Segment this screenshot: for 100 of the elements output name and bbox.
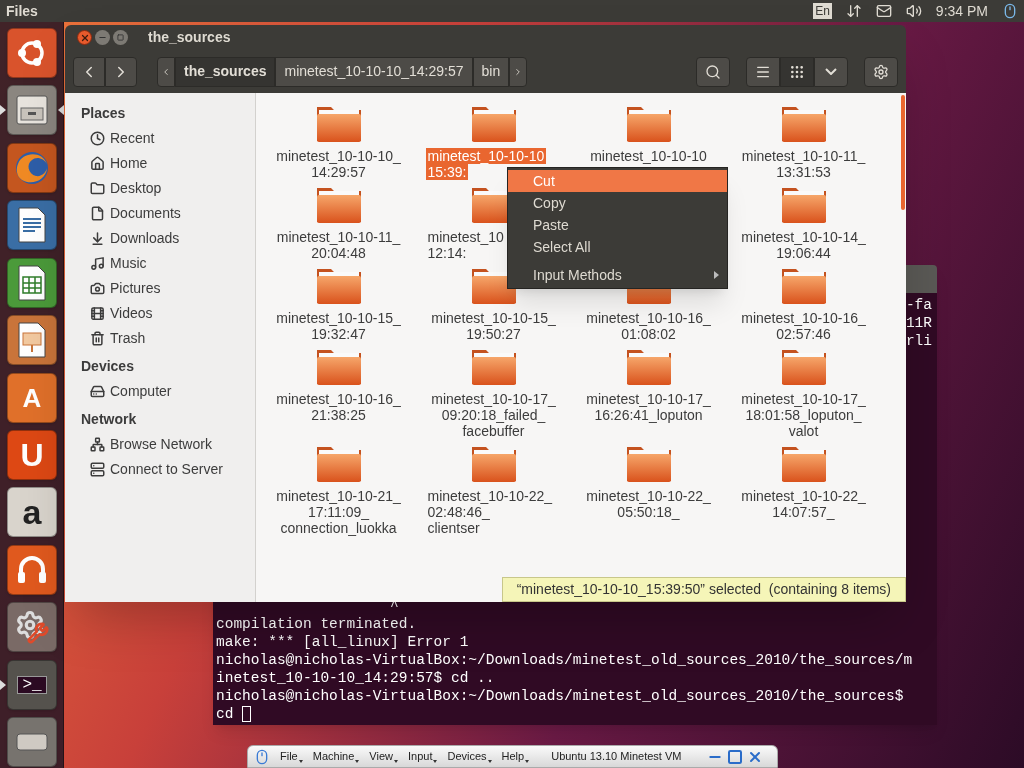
folder-name[interactable]: 20:04:48 [309,245,368,261]
breadcrumb[interactable]: the_sources [175,56,276,87]
mail-icon[interactable] [875,3,892,19]
clock[interactable]: 9:34 PM [935,0,988,22]
folder-name[interactable]: 02:48:46_ [425,504,492,520]
terminal-line: compilation terminated. [216,615,417,633]
folder-name[interactable]: minetest_10-10-22_ [425,488,555,504]
folder-name[interactable]: minetest_10-10-15_ [429,310,558,326]
minimize-button[interactable] [95,30,110,45]
sidebar-item[interactable]: Computer [81,379,255,404]
folder-name[interactable]: minetest_10-10-16_ [739,310,868,326]
folder-name[interactable]: minetest_10-10-16_ [584,310,713,326]
breadcrumb[interactable]: minetest_10-10-10_14:29:57 [275,56,473,87]
document-icon [90,206,105,221]
menu-item[interactable]: File [280,748,303,765]
folder-name[interactable]: minetest_10-10-16_ [274,391,403,407]
restore-icon[interactable] [727,748,744,765]
menu-item[interactable]: View [369,748,398,765]
folder-icon [779,445,828,483]
launcher-item[interactable] [0,84,64,136]
mouse-integration-icon[interactable] [254,748,270,765]
folder-name[interactable]: minetest_10-10-22_ [584,488,713,504]
menu-item[interactable]: Machine [312,748,360,765]
folder-name[interactable]: minetest_10-10-22_ [739,488,868,504]
sidebar-item[interactable]: Connect to Server [81,457,255,482]
grid-view-button[interactable] [780,56,814,87]
keyboard-indicator[interactable]: En [813,3,832,19]
folder-name[interactable]: minetest_10-10-15_ [274,310,403,326]
folder-name[interactable]: 13:31:53 [774,164,833,180]
breadcrumb[interactable]: bin [472,56,510,87]
sidebar-item[interactable]: Home [81,151,255,176]
sidebar-item[interactable]: Recent [81,126,255,151]
sidebar-item[interactable]: Trash [81,326,255,351]
folder-name[interactable]: 12:14: [425,245,469,261]
folder-name[interactable]: minetest_10-10-17_ [429,391,558,407]
sidebar-item[interactable]: Documents [81,201,255,226]
download-icon [90,231,105,246]
back-button[interactable] [73,56,105,87]
close-button[interactable] [77,30,92,45]
folder-name[interactable]: minetest_10 [425,229,506,245]
menu-item[interactable]: Help [501,748,530,765]
folder-name[interactable]: 09:20:18_failed_ [439,407,548,423]
menu-item[interactable]: Copy [508,192,727,214]
menu-item[interactable]: Input Methods [508,264,727,286]
folder-name[interactable]: facebuffer [460,423,527,439]
terminal-text: -fa [905,296,932,314]
network-arrows-icon[interactable] [845,3,862,19]
sidebar-item[interactable]: Browse Network [81,432,255,457]
folder-name[interactable]: minetest_10-10-10_ [274,148,403,164]
list-view-button[interactable] [746,56,780,87]
folder-name[interactable]: minetest_10-10-11_ [274,229,403,245]
folder-name[interactable]: 16:26:41_loputon [592,407,705,423]
folder-name[interactable]: 14:07:57_ [770,504,837,520]
folder-name[interactable]: minetest_10-10-14_ [739,229,868,245]
folder-name[interactable]: connection_luokka [278,520,399,536]
sidebar-item[interactable]: Videos [81,301,255,326]
folder-name[interactable]: valot [786,423,821,439]
maximize-button[interactable] [113,30,128,45]
folder-name[interactable]: minetest_10-10-17_ [739,391,868,407]
folder-icon [314,267,363,305]
mouse-icon[interactable] [1002,3,1018,19]
folder-name[interactable]: 21:38:25 [309,407,368,423]
folder-name[interactable]: 01:08:02 [619,326,678,342]
folder-name[interactable]: 14:29:57 [309,164,368,180]
folder-name[interactable]: 19:32:47 [309,326,368,342]
launcher-item[interactable]: U [0,429,64,481]
folder-icon [624,105,673,143]
sidebar-item[interactable]: Pictures [81,276,255,301]
menu-item[interactable]: Select All [508,236,727,258]
folder-name[interactable]: minetest_10-10-21_ [274,488,403,504]
menu-item[interactable]: Paste [508,214,727,236]
clock-icon [90,131,105,146]
forward-button[interactable] [105,56,137,87]
menu-item[interactable]: Devices [447,748,492,765]
chevron-left-icon [161,66,171,77]
sidebar-item[interactable]: Downloads [81,226,255,251]
folder-name[interactable]: 18:01:58_loputon_ [743,407,864,423]
folder-name[interactable]: 05:50:18_ [615,504,682,520]
folder-name[interactable]: clientser [425,520,482,536]
settings-button[interactable] [864,56,898,87]
settings-icon [873,63,889,80]
network-icon [90,437,105,452]
scrollbar-thumb[interactable] [901,95,905,210]
folder-name[interactable]: 19:50:27 [464,326,523,342]
sidebar-item[interactable]: Desktop [81,176,255,201]
view-options-button[interactable] [814,56,848,87]
folder-name[interactable]: minetest_10-10-10 [588,148,709,164]
launcher-item[interactable]: a [0,486,64,539]
server-icon [90,462,105,477]
menu-item[interactable]: Input [407,748,438,765]
launcher-item[interactable]: >_ [0,659,64,711]
drawer-icon [15,94,49,127]
folder-name[interactable]: minetest_10-10-17_ [584,391,713,407]
volume-icon[interactable] [905,3,922,19]
folder-name[interactable]: minetest_10-10-11_ [739,148,868,164]
folder-name[interactable]: 02:57:46 [774,326,833,342]
sidebar-item[interactable]: Music [81,251,255,276]
folder-name[interactable]: 17:11:09_ [305,504,372,520]
folder-name[interactable]: 19:06:44 [774,245,833,261]
search-button[interactable] [696,56,730,87]
